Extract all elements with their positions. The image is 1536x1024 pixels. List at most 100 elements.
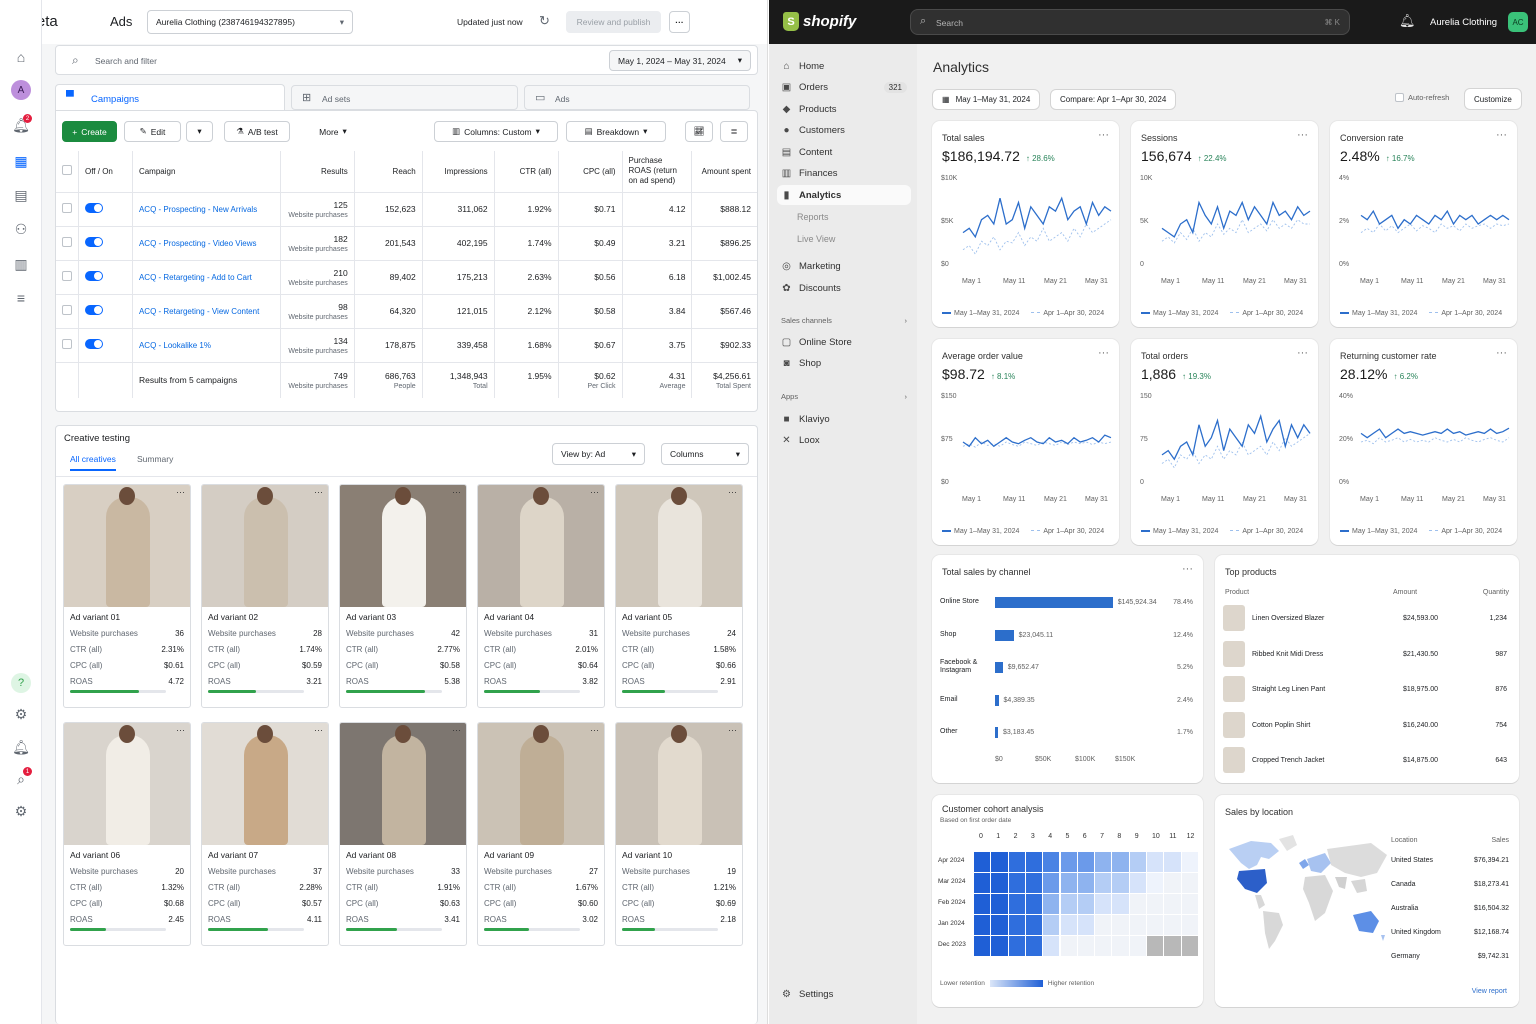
- creative-image[interactable]: ···: [340, 723, 466, 845]
- card-menu-icon[interactable]: ···: [1182, 563, 1193, 575]
- nav-item-home[interactable]: ⌂ Home: [777, 56, 911, 76]
- col-reach[interactable]: Reach: [354, 151, 423, 192]
- product-row[interactable]: Ribbed Knit Midi Dress $21,430.50 987: [1223, 640, 1509, 669]
- col-impressions[interactable]: Impressions: [422, 151, 495, 192]
- compare-button[interactable]: Compare: Apr 1–Apr 30, 2024: [1050, 89, 1177, 110]
- row-toggle[interactable]: [78, 225, 133, 260]
- search-input[interactable]: ⌕ Search ⌘ K: [910, 9, 1350, 35]
- channel-bar[interactable]: [995, 597, 1113, 608]
- campaign-name-link[interactable]: ACQ - Retargeting - View Content: [132, 293, 281, 328]
- nav-item-orders[interactable]: ▣ Orders 321: [777, 78, 911, 98]
- search-input[interactable]: Search and filter: [95, 56, 157, 66]
- tab-ads[interactable]: ▭ Ads: [524, 85, 750, 110]
- on-off-toggle[interactable]: [85, 339, 103, 349]
- columns-button[interactable]: ▥ Columns: Custom ▾: [434, 121, 558, 142]
- nav-item-customers[interactable]: ● Customers: [777, 121, 911, 141]
- creative-menu-icon[interactable]: ···: [314, 725, 323, 735]
- store-avatar[interactable]: AC: [1508, 12, 1528, 32]
- tab-ad-sets[interactable]: ⊞ Ad sets: [291, 85, 518, 110]
- apps-header[interactable]: Apps ›: [777, 387, 911, 407]
- col-off-on[interactable]: Off / On: [78, 151, 133, 192]
- home-icon[interactable]: ⌂: [10, 46, 32, 68]
- product-row[interactable]: Straight Leg Linen Pant $18,975.00 876: [1223, 676, 1509, 704]
- metric-card[interactable]: Returning customer rate ··· 28.12% ↑ 6.2% 40…: [1330, 339, 1517, 545]
- card-menu-icon[interactable]: ···: [1297, 129, 1308, 141]
- creative-image[interactable]: ···: [64, 485, 190, 607]
- card-menu-icon[interactable]: ···: [1297, 347, 1308, 359]
- table-row[interactable]: ACQ - Retargeting - Add to Cart 210 Websit…: [56, 259, 757, 294]
- nav-item-discounts[interactable]: ✿ Discounts: [777, 279, 911, 299]
- creative-menu-icon[interactable]: ···: [314, 487, 323, 497]
- creative-card[interactable]: ··· Ad variant 10 Website purchases 19 CTR (…: [615, 722, 743, 946]
- on-off-toggle[interactable]: [85, 271, 103, 281]
- row-toggle[interactable]: [78, 293, 133, 328]
- row-checkbox[interactable]: [56, 259, 79, 294]
- creative-menu-icon[interactable]: ···: [452, 725, 461, 735]
- select-all-checkbox[interactable]: [56, 151, 79, 192]
- creative-card[interactable]: ··· Ad variant 05 Website purchases 24 CTR (…: [615, 484, 743, 708]
- creative-menu-icon[interactable]: ···: [590, 487, 599, 497]
- nav-item-content[interactable]: ▤ Content: [777, 142, 911, 162]
- reports-icon[interactable]: ▤: [10, 184, 32, 206]
- notifications-icon[interactable]: 🔔︎ 2: [10, 114, 32, 136]
- campaign-name-link[interactable]: ACQ - Prospecting - Video Views: [132, 225, 281, 260]
- creative-image[interactable]: ···: [616, 485, 742, 607]
- row-toggle[interactable]: [78, 191, 133, 226]
- col-results[interactable]: Results: [280, 151, 355, 192]
- product-row[interactable]: Cropped Trench Jacket $14,875.00 643: [1223, 747, 1509, 775]
- nav-item-products[interactable]: ◆ Products: [777, 99, 911, 119]
- view-report-link[interactable]: View report: [1472, 988, 1507, 995]
- product-row[interactable]: Linen Oversized Blazer $24,593.00 1,234: [1223, 605, 1509, 633]
- alerts-bell-icon[interactable]: 🔔︎: [10, 736, 32, 758]
- on-off-toggle[interactable]: [85, 237, 103, 247]
- business-settings-icon[interactable]: ⚙: [10, 800, 32, 822]
- creative-image[interactable]: ···: [478, 485, 604, 607]
- table-row[interactable]: ACQ - Prospecting - New Arrivals 125 Websi…: [56, 191, 757, 226]
- metric-card[interactable]: Total sales ··· $186,194.72 ↑ 28.6% $10K $5K $…: [932, 121, 1119, 327]
- creative-card[interactable]: ··· Ad variant 07 Website purchases 37 CTR (…: [201, 722, 329, 946]
- channel-bar[interactable]: [995, 629, 1014, 641]
- product-row[interactable]: Cotton Poplin Shirt $16,240.00 754: [1223, 711, 1509, 740]
- metric-card[interactable]: Sessions ··· 156,674 ↑ 22.4% 10K 5K 0 May 1 May …: [1131, 121, 1318, 327]
- shopify-logo[interactable]: S shopify: [783, 12, 856, 31]
- table-row[interactable]: ACQ - Lookalike 1% 134 Website purchases 17…: [56, 327, 757, 362]
- creative-menu-icon[interactable]: ···: [728, 487, 737, 497]
- chart-view-icon[interactable]: 📈︎: [685, 121, 713, 142]
- row-toggle[interactable]: [78, 327, 133, 362]
- creative-card[interactable]: ··· Ad variant 03 Website purchases 42 CTR (…: [339, 484, 467, 708]
- campaign-name-link[interactable]: ACQ - Lookalike 1%: [132, 327, 281, 362]
- row-toggle[interactable]: [78, 259, 133, 294]
- on-off-toggle[interactable]: [85, 203, 103, 213]
- creative-card[interactable]: ··· Ad variant 08 Website purchases 33 CTR (…: [339, 722, 467, 946]
- sales-channels-header[interactable]: Sales channels ›: [777, 311, 911, 331]
- creative-menu-icon[interactable]: ···: [590, 725, 599, 735]
- nav-item-shop[interactable]: ◙ Shop: [777, 354, 911, 374]
- auto-refresh-toggle[interactable]: Auto-refresh: [1395, 93, 1449, 102]
- more-button[interactable]: More ▾: [308, 121, 358, 142]
- settings-gear-icon[interactable]: ⚙: [10, 703, 32, 725]
- creative-image[interactable]: ···: [478, 723, 604, 845]
- nav-item-klaviyo[interactable]: ■ Klaviyo: [777, 410, 911, 430]
- creative-card[interactable]: ··· Ad variant 01 Website purchases 36 CTR (…: [63, 484, 191, 708]
- card-menu-icon[interactable]: ···: [1098, 129, 1109, 141]
- creative-card[interactable]: ··· Ad variant 09 Website purchases 27 CTR (…: [477, 722, 605, 946]
- card-menu-icon[interactable]: ···: [1098, 347, 1109, 359]
- review-publish-button[interactable]: Review and publish: [566, 11, 661, 33]
- date-range-picker[interactable]: May 1, 2024 – May 31, 2024 ▾: [609, 50, 751, 71]
- row-checkbox[interactable]: [56, 225, 79, 260]
- create-button[interactable]: + Create: [62, 121, 117, 142]
- channel-bar[interactable]: [995, 662, 1003, 673]
- row-checkbox[interactable]: [56, 327, 79, 362]
- avatar[interactable]: A: [10, 79, 32, 101]
- creative-menu-icon[interactable]: ···: [176, 725, 185, 735]
- search-icon[interactable]: ⌕ 1: [10, 767, 32, 790]
- nav-item-analytics[interactable]: ▮ Analytics: [777, 185, 911, 205]
- refresh-icon[interactable]: ↻: [539, 13, 550, 29]
- nav-item-online-store[interactable]: ▢ Online Store: [777, 333, 911, 353]
- table-row[interactable]: ACQ - Prospecting - Video Views 182 Websit…: [56, 225, 757, 260]
- store-name[interactable]: Aurelia Clothing: [1430, 17, 1497, 28]
- nav-subitem-reports[interactable]: Reports: [777, 207, 911, 227]
- table-row[interactable]: ACQ - Retargeting - View Content 98 Websit…: [56, 293, 757, 328]
- tab-summary[interactable]: Summary: [137, 454, 173, 464]
- more-options-icon[interactable]: ···: [669, 11, 690, 33]
